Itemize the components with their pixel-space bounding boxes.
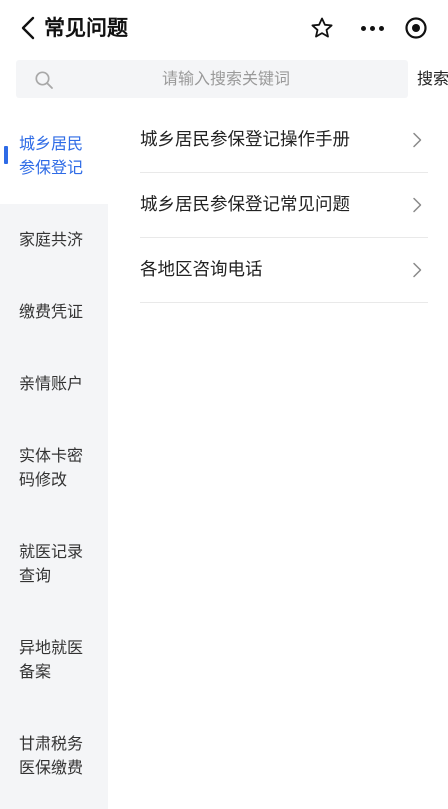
sidebar-item-gansu-tax-payment[interactable]: 甘肃税务 医保缴费 bbox=[0, 708, 108, 804]
sidebar-item-resident-enrollment[interactable]: 城乡居民 参保登记 bbox=[0, 108, 108, 204]
chevron-right-icon bbox=[413, 197, 422, 213]
sidebar-item-label: 亲情账户 bbox=[19, 374, 84, 393]
sidebar-item-label: 城乡居民 bbox=[19, 134, 84, 153]
list-item[interactable]: 城乡居民参保登记操作手册 bbox=[140, 108, 428, 173]
sidebar-item-label: 码修改 bbox=[19, 470, 68, 489]
sidebar-item-label: 家庭共济 bbox=[19, 230, 84, 249]
chevron-left-icon bbox=[21, 16, 35, 40]
back-button[interactable] bbox=[14, 12, 42, 44]
star-icon bbox=[311, 17, 333, 38]
search-placeholder: 请输入搜索关键词 bbox=[161, 69, 290, 88]
sidebar-item-label: 实体卡密 bbox=[19, 446, 84, 465]
sidebar-item-card-password[interactable]: 实体卡密 码修改 bbox=[0, 420, 108, 516]
top-bar: 常见问题 bbox=[0, 0, 448, 56]
sidebar-item-label: 异地就医 bbox=[19, 638, 84, 657]
search-button[interactable]: 搜索 bbox=[417, 64, 448, 94]
sidebar-item-label: 查询 bbox=[19, 566, 52, 585]
list-item-label: 各地区咨询电话 bbox=[140, 260, 263, 280]
chevron-right-icon bbox=[413, 132, 422, 148]
favorite-button[interactable] bbox=[306, 12, 338, 44]
faq-page: 常见问题 请输入搜索关键词 搜索 城乡居民 参保登记 家庭共济 缴费凭证 亲情账… bbox=[0, 0, 448, 809]
target-icon bbox=[405, 17, 427, 39]
list-item[interactable]: 各地区咨询电话 bbox=[140, 238, 428, 303]
sidebar-item-label: 参保登记 bbox=[19, 158, 84, 177]
active-indicator bbox=[4, 146, 8, 164]
sidebar-item-label: 甘肃税务 bbox=[19, 734, 84, 753]
mini-program-close-button[interactable] bbox=[400, 12, 432, 44]
sidebar-item-medical-records[interactable]: 就医记录 查询 bbox=[0, 516, 108, 612]
more-button[interactable] bbox=[356, 12, 388, 44]
page-title: 常见问题 bbox=[44, 16, 128, 40]
list-item-label: 城乡居民参保登记常见问题 bbox=[140, 195, 350, 215]
sidebar-item-payment-voucher[interactable]: 缴费凭证 bbox=[0, 276, 108, 348]
sidebar-item-label: 就医记录 bbox=[19, 542, 84, 561]
sidebar-item-label: 医保缴费 bbox=[19, 758, 84, 777]
chevron-right-icon bbox=[413, 262, 422, 278]
list-item-label: 城乡居民参保登记操作手册 bbox=[140, 130, 350, 150]
sidebar-item-family-mutual-aid[interactable]: 家庭共济 bbox=[0, 204, 108, 276]
sidebar-item-family-account[interactable]: 亲情账户 bbox=[0, 348, 108, 420]
sidebar-item-remote-medical-filing[interactable]: 异地就医 备案 bbox=[0, 612, 108, 708]
sidebar-item-label: 缴费凭证 bbox=[19, 302, 84, 321]
search-input[interactable]: 请输入搜索关键词 bbox=[16, 60, 408, 98]
list-item[interactable]: 城乡居民参保登记常见问题 bbox=[140, 173, 428, 238]
more-dots-icon bbox=[360, 25, 384, 31]
sidebar-item-label: 备案 bbox=[19, 662, 52, 681]
faq-list: 城乡居民参保登记操作手册 城乡居民参保登记常见问题 各地区咨询电话 bbox=[140, 108, 428, 303]
